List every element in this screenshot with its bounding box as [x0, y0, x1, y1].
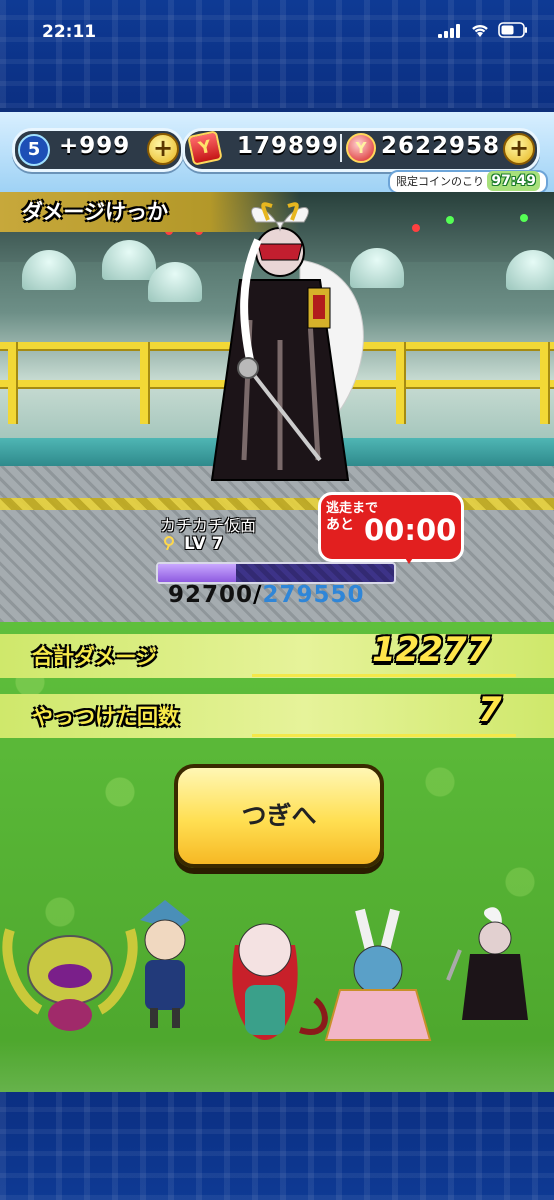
result-title: ダメージけっか: [22, 200, 168, 224]
watch-rank-badge: 5: [18, 134, 50, 166]
add-coins-button[interactable]: +: [503, 133, 535, 165]
party-member-1: [2, 928, 138, 1031]
top-frame: [0, 0, 554, 108]
hazard-strip: [0, 498, 554, 510]
bottom-frame: [0, 1092, 554, 1200]
total-damage-value: 12277: [372, 630, 491, 670]
boss-character: [210, 202, 364, 481]
party-glow: [0, 1040, 554, 1092]
party-member-5: [446, 907, 528, 1020]
status-time: 22:11: [42, 22, 97, 42]
escape-label: 逃走まで あと: [326, 500, 379, 534]
boss-hp-fill: [158, 564, 237, 582]
party-member-3: [232, 923, 328, 1040]
escape-label-line2: あと: [326, 517, 354, 533]
total-damage-underline: [252, 674, 516, 677]
boss-hp-current: 92700: [168, 582, 254, 608]
boss-level: LV 7: [184, 534, 224, 554]
boss-hp-max: 279550: [262, 582, 365, 608]
party-member-2: [140, 900, 190, 1028]
limited-coins-timer: 限定コインのこり 97:49: [388, 170, 548, 194]
money-value: 179899: [237, 133, 340, 159]
escape-label-line1: 逃走まで: [326, 501, 379, 516]
boss-hp-bar: [156, 562, 396, 584]
wifi-icon: [472, 24, 488, 37]
signal-icon: [438, 24, 460, 38]
next-button[interactable]: つぎへ: [174, 764, 384, 868]
money-icon: Y: [187, 130, 223, 166]
boss-name: カチカチ仮面: [160, 516, 257, 535]
y-coin-icon: Y: [346, 133, 376, 163]
party-member-4: [324, 908, 432, 1041]
limited-coins-label: 限定コインのこり: [396, 175, 484, 188]
add-points-button[interactable]: +: [147, 133, 179, 165]
next-button-label: つぎへ: [241, 801, 317, 830]
points-value: +999: [59, 133, 131, 159]
defeat-count-underline: [252, 734, 516, 737]
coins-value: 2622958: [381, 133, 501, 159]
escape-time: 00:00: [364, 513, 457, 547]
total-damage-label: 合計ダメージ: [32, 645, 157, 669]
level-icon: [164, 536, 174, 550]
defeat-count-value: 7: [478, 690, 502, 730]
currency-divider: [340, 134, 342, 162]
defeat-count-label: やっつけた回数: [32, 705, 179, 729]
battery-icon: [498, 22, 527, 38]
escape-timer-tail: [400, 550, 418, 564]
limited-coins-time: 97:49: [487, 171, 540, 191]
boss-hp-text: 92700/279550: [168, 582, 364, 608]
